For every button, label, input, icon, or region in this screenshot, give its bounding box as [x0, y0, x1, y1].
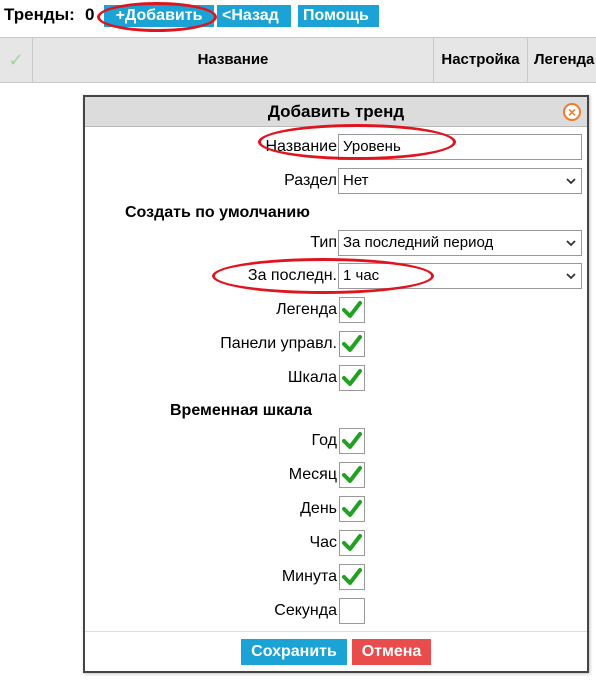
section-select-value: Нет [343, 172, 369, 189]
chevron-down-icon [566, 178, 576, 185]
last-period-label: За последн. [247, 267, 337, 284]
column-header-name[interactable]: Название [33, 38, 434, 82]
minute-row: Минута [85, 562, 587, 592]
month-checkbox[interactable] [339, 462, 365, 488]
add-trend-dialog: Добавить тренд × Название Уровень Раздел… [83, 95, 589, 673]
close-icon[interactable]: × [563, 103, 581, 121]
hour-checkbox[interactable] [339, 530, 365, 556]
defaults-heading: Создать по умолчанию [125, 204, 310, 221]
second-checkbox[interactable] [339, 598, 365, 624]
type-row: Тип За последний период [85, 228, 587, 258]
day-checkbox[interactable] [339, 496, 365, 522]
table-header: ✓ Название Настройка Легенда [0, 37, 596, 83]
year-label: Год [311, 432, 337, 449]
trend-count: 0 [85, 5, 95, 24]
add-button[interactable]: +Добавить [104, 5, 214, 27]
day-row: День [85, 494, 587, 524]
column-header-settings[interactable]: Настройка [434, 38, 528, 82]
checkmark-icon [342, 568, 362, 585]
legend-checkbox[interactable] [339, 297, 365, 323]
select-all-check-icon[interactable]: ✓ [0, 38, 33, 82]
name-label: Название [265, 138, 338, 155]
type-label: Тип [310, 234, 337, 251]
panels-label: Панели управл. [220, 335, 337, 352]
checkmark-icon [342, 369, 362, 386]
year-row: Год [85, 426, 587, 456]
month-label: Месяц [288, 466, 337, 483]
checkmark-icon [342, 500, 362, 517]
save-button[interactable]: Сохранить [241, 639, 347, 665]
scale-checkbox[interactable] [339, 365, 365, 391]
panels-row: Панели управл. [85, 329, 587, 359]
type-select[interactable]: За последний период [338, 230, 582, 256]
month-row: Месяц [85, 460, 587, 490]
year-checkbox[interactable] [339, 428, 365, 454]
section-label: Раздел [284, 172, 337, 189]
checkmark-icon [342, 534, 362, 551]
legend-row: Легенда [85, 295, 587, 325]
last-period-select[interactable]: 1 час [338, 263, 582, 289]
chevron-down-icon [566, 273, 576, 280]
cancel-button[interactable]: Отмена [352, 639, 431, 665]
dialog-title: Добавить тренд [85, 97, 587, 127]
scale-label: Шкала [287, 369, 337, 386]
panels-checkbox[interactable] [339, 331, 365, 357]
checkmark-icon [342, 466, 362, 483]
last-period-select-value: 1 час [343, 267, 380, 284]
section-select[interactable]: Нет [338, 168, 582, 194]
hour-row: Час [85, 528, 587, 558]
day-label: День [300, 500, 337, 517]
chevron-down-icon [566, 240, 576, 247]
back-button[interactable]: <Назад [217, 5, 291, 27]
checkmark-icon [342, 432, 362, 449]
help-button[interactable]: Помощь [298, 5, 379, 27]
timescale-heading: Временная шкала [170, 402, 313, 419]
dialog-footer: Сохранить Отмена [85, 631, 587, 671]
second-row: Секунда [85, 596, 587, 626]
name-input[interactable]: Уровень [338, 134, 582, 160]
name-row: Название Уровень [85, 132, 587, 162]
minute-checkbox[interactable] [339, 564, 365, 590]
toolbar: Тренды: 0 +Добавить <Назад Помощь [0, 0, 596, 32]
page-title: Тренды: [4, 5, 75, 24]
scale-row: Шкала [85, 363, 587, 393]
second-label: Секунда [274, 602, 337, 619]
last-period-row: За последн. 1 час [85, 261, 587, 291]
hour-label: Час [309, 534, 337, 551]
section-row: Раздел Нет [85, 166, 587, 196]
type-select-value: За последний период [343, 234, 494, 251]
legend-label: Легенда [276, 301, 337, 318]
column-header-legend[interactable]: Легенда [528, 38, 596, 82]
checkmark-icon [342, 335, 362, 352]
checkmark-icon [342, 301, 362, 318]
minute-label: Минута [281, 568, 337, 585]
